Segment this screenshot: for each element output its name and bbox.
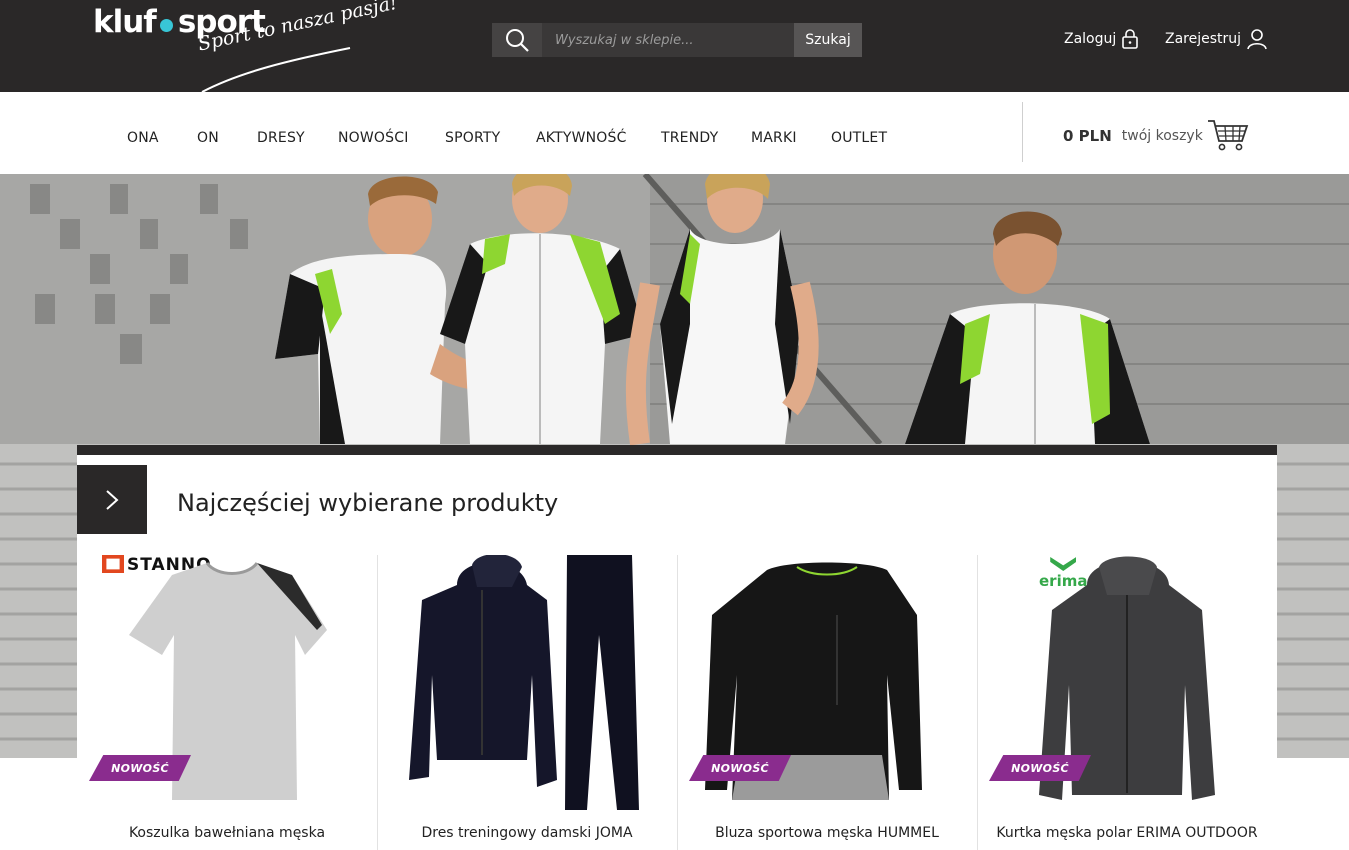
nav-item-nowosci[interactable]: NOWOŚCI [338, 130, 409, 146]
top-header: klufsport Sport to nasza pasja! Szukaj Z… [0, 0, 1349, 93]
login-label: Zaloguj [1064, 31, 1117, 47]
product-name[interactable]: Dres treningowy damski JOMA [377, 825, 677, 841]
search-icon[interactable] [492, 23, 542, 57]
badge-new: NOWOŚĆ [689, 755, 791, 781]
search-input[interactable] [542, 23, 794, 57]
nav-item-marki[interactable]: MARKI [751, 130, 797, 146]
nav-item-trendy[interactable]: TRENDY [661, 130, 718, 146]
user-icon [1247, 29, 1267, 50]
login-link[interactable]: Zaloguj [1064, 28, 1139, 50]
register-label: Zarejestruj [1165, 31, 1242, 47]
nav-item-aktywnosc[interactable]: AKTYWNOŚĆ [536, 130, 627, 146]
product-card[interactable]: NOWOŚĆ Bluza sportowa męska HUMMEL [677, 555, 977, 850]
nav-item-dresy[interactable]: DRESY [257, 130, 305, 146]
product-name[interactable]: Kurtka męska polar ERIMA OUTDOOR [977, 825, 1277, 841]
logo-dot [160, 19, 173, 32]
product-name[interactable]: Koszulka bawełniana męska [77, 825, 377, 841]
search-bar: Szukaj [492, 23, 862, 57]
cart-link[interactable]: 0 PLN twój koszyk [1063, 120, 1249, 152]
badge-new: NOWOŚĆ [989, 755, 1091, 781]
product-card[interactable]: erima NOWOŚĆ Kurtka męska polar ERIMA OU… [977, 555, 1277, 850]
nav-divider [1022, 102, 1023, 162]
chevron-right-icon[interactable] [77, 465, 147, 534]
nav-item-outlet[interactable]: OUTLET [831, 130, 887, 146]
product-card[interactable]: Dres treningowy damski JOMA [377, 555, 677, 850]
product-card[interactable]: STANNO NOWOŚĆ Koszulka bawełniana męska [77, 555, 377, 850]
product-image [409, 555, 639, 810]
main-nav: ONA ON DRESY NOWOŚCI SPORTY AKTYWNOŚĆ TR… [0, 92, 1349, 174]
products-section: Najczęściej wybierane produkty STANNO NO… [77, 445, 1277, 850]
register-link[interactable]: Zarejestruj [1165, 28, 1268, 50]
search-button[interactable]: Szukaj [794, 23, 862, 57]
cart-icon [1207, 120, 1249, 151]
product-name[interactable]: Bluza sportowa męska HUMMEL [677, 825, 977, 841]
site-logo[interactable]: kluf sport Sport to nasza pasja! [92, 0, 399, 93]
section-title: Najczęściej wybierane produkty [177, 489, 559, 517]
nav-item-on[interactable]: ON [197, 130, 219, 146]
badge-new: NOWOŚĆ [89, 755, 191, 781]
cart-label: twój koszyk [1121, 128, 1203, 144]
nav-item-ona[interactable]: ONA [127, 130, 159, 146]
lock-icon [1122, 29, 1139, 49]
nav-item-sporty[interactable]: SPORTY [445, 130, 500, 146]
cart-amount: 0 PLN [1063, 127, 1112, 145]
